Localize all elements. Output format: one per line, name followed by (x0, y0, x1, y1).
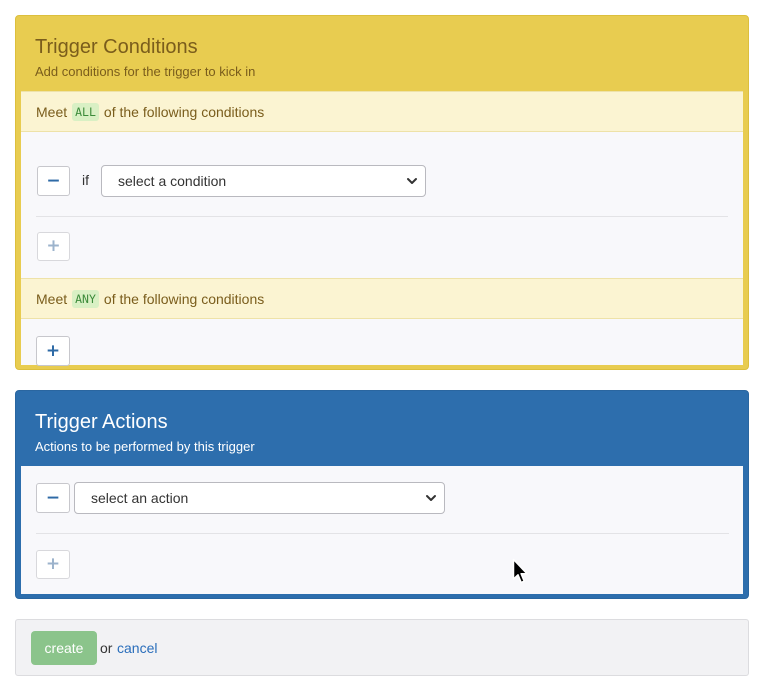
if-label: if (82, 172, 89, 188)
condition-select[interactable]: select a condition (101, 165, 426, 197)
minus-icon: − (46, 170, 61, 191)
cancel-link[interactable]: cancel (117, 640, 157, 656)
add-action-button[interactable]: + (36, 550, 70, 579)
remove-condition-button[interactable]: − (37, 166, 70, 196)
action-select[interactable]: select an action (74, 482, 445, 514)
trigger-conditions-body: Meet ALL of the following conditions − i… (21, 91, 743, 366)
minus-icon: − (45, 487, 61, 508)
plus-icon: + (46, 236, 61, 256)
add-all-condition-button[interactable]: + (37, 232, 70, 261)
remove-action-button[interactable]: − (36, 483, 70, 513)
trigger-conditions-title: Trigger Conditions (35, 36, 198, 58)
add-any-condition-button[interactable]: + (36, 336, 70, 366)
mouse-pointer-icon (512, 558, 528, 584)
trigger-actions-title: Trigger Actions (35, 411, 168, 433)
plus-icon: + (45, 340, 61, 361)
meet-all-suffix: of the following conditions (103, 103, 265, 120)
plus-icon: + (45, 554, 61, 574)
divider (36, 533, 729, 534)
create-button[interactable]: create (31, 631, 97, 665)
meet-all-prefix: Meet (36, 103, 68, 120)
trigger-actions-header: Trigger Actions Actions to be performed … (16, 391, 748, 466)
trigger-actions-subtitle: Actions to be performed by this trigger (35, 439, 255, 454)
chevron-down-icon (426, 495, 436, 501)
trigger-actions-body: − select an action + (21, 466, 743, 594)
form-footer: create or cancel (15, 619, 749, 676)
meet-any-suffix: of the following conditions (103, 290, 265, 307)
or-text: or (100, 640, 113, 656)
meet-any-bar: Meet ANY of the following conditions (21, 278, 743, 319)
chevron-down-icon (407, 178, 417, 184)
trigger-conditions-header: Trigger Conditions Add conditions for th… (16, 16, 748, 91)
meet-any-tag: ANY (72, 289, 99, 308)
divider (36, 216, 728, 217)
trigger-conditions-subtitle: Add conditions for the trigger to kick i… (35, 64, 256, 79)
trigger-conditions-panel: Trigger Conditions Add conditions for th… (15, 15, 749, 370)
action-select-value: select an action (91, 490, 189, 506)
meet-all-bar: Meet ALL of the following conditions (21, 91, 743, 132)
condition-select-value: select a condition (118, 173, 227, 189)
trigger-actions-panel: Trigger Actions Actions to be performed … (15, 390, 749, 599)
meet-all-tag: ALL (72, 102, 99, 121)
meet-any-prefix: Meet (36, 290, 68, 307)
